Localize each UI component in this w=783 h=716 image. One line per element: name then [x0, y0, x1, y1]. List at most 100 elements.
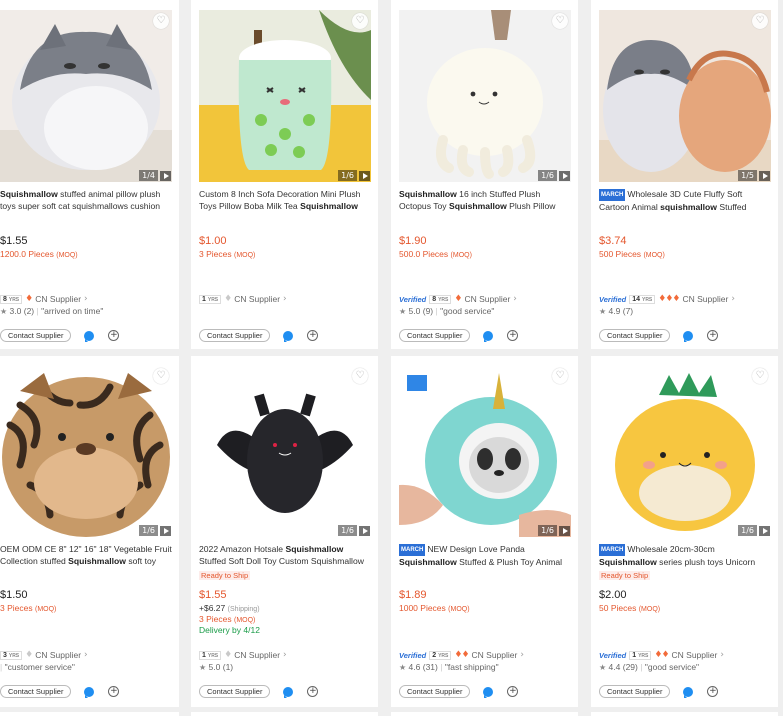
- product-photo: [399, 10, 571, 182]
- product-card[interactable]: ♡ 1/6 Squishmallow 16 inch Stuffed Plush…: [391, 0, 578, 349]
- product-card[interactable]: ♡ 1/6 OEM ODM CE 8" 12" 16" 18" Vegetabl…: [0, 356, 179, 707]
- chat-icon[interactable]: [283, 686, 294, 698]
- play-icon[interactable]: [359, 171, 370, 181]
- product-title[interactable]: MARCH Wholesale 20cm-30cm Squishmallow se…: [599, 543, 771, 567]
- supplier-type[interactable]: CN Supplier: [35, 294, 81, 304]
- contact-supplier-button[interactable]: Contact Supplier: [0, 685, 72, 698]
- chat-icon[interactable]: [84, 686, 95, 698]
- review-count: (29): [622, 662, 638, 672]
- product-image[interactable]: ♡ 1/6: [0, 365, 172, 537]
- supplier-info[interactable]: Verified 14 YRS ♦♦♦ CN Supplier ›: [599, 294, 735, 304]
- product-title[interactable]: MARCH Wholesale 3D Cute Fluffy Soft Carto…: [599, 188, 771, 212]
- chat-icon[interactable]: [84, 330, 95, 342]
- heart-icon[interactable]: ♡: [752, 368, 768, 384]
- heart-icon[interactable]: ♡: [153, 13, 169, 29]
- product-card[interactable]: ♡ 1/6 Custom 8 Inch Sofa Decoration Mini…: [191, 0, 378, 349]
- review-count: (7): [622, 306, 634, 316]
- contact-supplier-button[interactable]: Contact Supplier: [199, 685, 271, 698]
- product-title[interactable]: MARCH NEW Design Love Panda Squishmallow …: [399, 543, 571, 567]
- plus-icon[interactable]: +: [507, 330, 519, 341]
- play-icon[interactable]: [559, 171, 570, 181]
- product-title[interactable]: Squishmallow stuffed animal pillow plush…: [0, 188, 172, 212]
- contact-supplier-button[interactable]: Contact Supplier: [399, 685, 471, 698]
- chat-icon[interactable]: [483, 330, 494, 342]
- supplier-info[interactable]: 1 YRS ♦ CN Supplier ›: [199, 650, 287, 660]
- supplier-type[interactable]: CN Supplier: [35, 650, 81, 660]
- product-card[interactable]: ♡ 1/6 MARCH NEW Design Love Panda Squishm…: [391, 356, 578, 707]
- contact-supplier-button[interactable]: Contact Supplier: [599, 329, 671, 342]
- supplier-info[interactable]: Verified 2 YRS ♦♦ CN Supplier ›: [399, 650, 524, 660]
- product-image[interactable]: ♡ 1/6: [199, 365, 371, 537]
- product-card[interactable]: ♡ 1/4 Squishmallow stuffed animal pillow…: [0, 0, 179, 349]
- diamond-icon: ♦: [454, 294, 462, 304]
- chat-icon[interactable]: [283, 330, 294, 342]
- price: $1.55: [0, 235, 28, 247]
- title-keyword: Squishmallow: [68, 556, 126, 566]
- review-tag: "good service": [440, 306, 495, 316]
- supplier-type[interactable]: CN Supplier: [234, 650, 280, 660]
- product-card[interactable]: ♡ 1/6 2022 Amazon Hotsale Squishmallow S…: [191, 356, 378, 707]
- plus-icon[interactable]: +: [307, 686, 319, 697]
- image-counter: 1/6: [538, 170, 557, 181]
- play-icon[interactable]: [160, 526, 171, 536]
- heart-icon[interactable]: ♡: [752, 13, 768, 29]
- supplier-years: 2 YRS: [429, 650, 452, 660]
- contact-supplier-button[interactable]: Contact Supplier: [0, 329, 72, 342]
- product-card[interactable]: ♡ 1/6 MARCH Wholesale 20cm-30cm Squishmal…: [591, 356, 778, 707]
- supplier-info[interactable]: 1 YRS ♦ CN Supplier ›: [199, 294, 287, 304]
- product-image[interactable]: ♡ 1/6: [199, 10, 371, 182]
- image-counter: 1/6: [338, 170, 357, 181]
- play-icon[interactable]: [359, 526, 370, 536]
- title-keyword: Squishmallow: [399, 557, 457, 567]
- plus-icon[interactable]: +: [108, 686, 120, 697]
- supplier-type[interactable]: CN Supplier: [472, 650, 518, 660]
- product-image[interactable]: ♡ 1/4: [0, 10, 172, 182]
- promo-badge: MARCH: [599, 544, 626, 556]
- chat-icon[interactable]: [483, 686, 494, 698]
- product-image[interactable]: ♡ 1/6: [399, 365, 571, 537]
- heart-icon[interactable]: ♡: [352, 13, 368, 29]
- contact-supplier-button[interactable]: Contact Supplier: [599, 685, 671, 698]
- supplier-type[interactable]: CN Supplier: [682, 294, 728, 304]
- heart-icon[interactable]: ♡: [352, 368, 368, 384]
- card-actions: Contact Supplier +: [0, 329, 120, 342]
- contact-supplier-button[interactable]: Contact Supplier: [199, 329, 271, 342]
- supplier-info[interactable]: Verified 1 YRS ♦♦ CN Supplier ›: [599, 650, 724, 660]
- heart-icon[interactable]: ♡: [552, 368, 568, 384]
- image-counter: 1/6: [538, 525, 557, 536]
- product-title[interactable]: OEM ODM CE 8" 12" 16" 18" Vegetable Frui…: [0, 543, 172, 567]
- product-image[interactable]: ♡ 1/6: [599, 365, 771, 537]
- chat-icon[interactable]: [683, 686, 694, 698]
- card-actions: Contact Supplier +: [599, 685, 719, 698]
- price: $1.55: [199, 589, 227, 601]
- supplier-type[interactable]: CN Supplier: [672, 650, 718, 660]
- rating-value: 4.6: [408, 662, 421, 672]
- play-icon[interactable]: [759, 171, 770, 181]
- heart-icon[interactable]: ♡: [552, 13, 568, 29]
- play-icon[interactable]: [160, 171, 171, 181]
- rating-value: 4.9: [608, 306, 621, 316]
- contact-supplier-button[interactable]: Contact Supplier: [399, 329, 471, 342]
- play-icon[interactable]: [759, 526, 770, 536]
- supplier-type[interactable]: CN Supplier: [234, 294, 280, 304]
- product-title[interactable]: Squishmallow 16 inch Stuffed Plush Octop…: [399, 188, 571, 212]
- product-title[interactable]: 2022 Amazon Hotsale Squishmallow Stuffed…: [199, 543, 371, 567]
- plus-icon[interactable]: +: [707, 686, 719, 697]
- plus-icon[interactable]: +: [707, 330, 719, 341]
- card-actions: Contact Supplier +: [199, 329, 319, 342]
- product-title[interactable]: Custom 8 Inch Sofa Decoration Mini Plush…: [199, 188, 371, 212]
- supplier-info[interactable]: Verified 8 YRS ♦ CN Supplier ›: [399, 294, 517, 304]
- review-tag: "good service": [644, 662, 700, 672]
- plus-icon[interactable]: +: [108, 330, 120, 341]
- supplier-info[interactable]: 8 YRS ♦ CN Supplier ›: [0, 294, 88, 304]
- supplier-info[interactable]: 3 YRS ♦ CN Supplier ›: [0, 650, 88, 660]
- plus-icon[interactable]: +: [307, 330, 319, 341]
- product-image[interactable]: ♡ 1/5: [599, 10, 771, 182]
- play-icon[interactable]: [559, 526, 570, 536]
- product-card[interactable]: ♡ 1/5 MARCH Wholesale 3D Cute Fluffy Soft…: [591, 0, 778, 349]
- heart-icon[interactable]: ♡: [153, 368, 169, 384]
- supplier-type[interactable]: CN Supplier: [464, 294, 510, 304]
- chat-icon[interactable]: [683, 330, 694, 342]
- plus-icon[interactable]: +: [507, 686, 519, 697]
- product-image[interactable]: ♡ 1/6: [399, 10, 571, 182]
